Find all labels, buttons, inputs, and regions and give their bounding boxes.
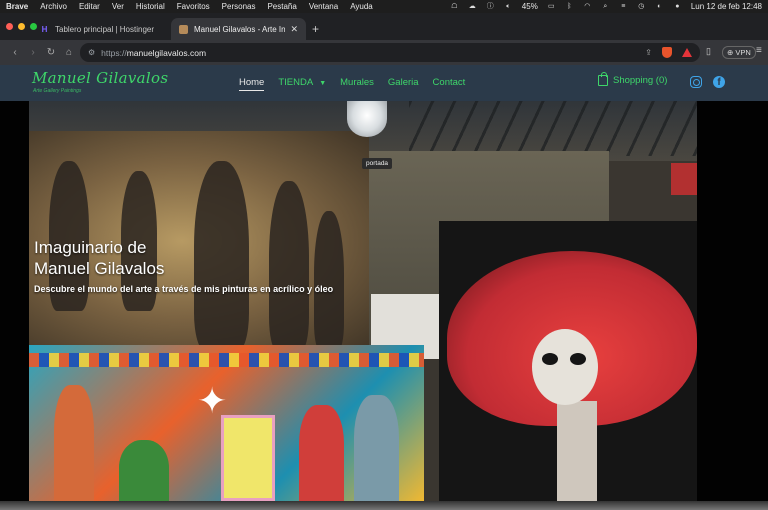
menubar-item-ver[interactable]: Ver (112, 2, 124, 11)
shopping-bag-icon (598, 72, 608, 86)
mural-painting: ✦ (29, 345, 424, 501)
vpn-button[interactable]: ⊕ VPN (722, 46, 756, 59)
close-tab-icon[interactable]: ✕ (290, 24, 298, 35)
ceiling-lamp (347, 101, 387, 137)
tab-title: Manuel Gilavalos - Arte Inspir (194, 24, 286, 34)
main-nav: Home TIENDA ▼ Murales Galeria Contact (239, 77, 465, 91)
menubar-item-ventana[interactable]: Ventana (309, 2, 338, 11)
minimize-window-button[interactable] (18, 23, 25, 30)
site-header: Manuel Gilavalos Arte Gallery Paintings … (0, 65, 768, 101)
nav-contact[interactable]: Contact (433, 77, 466, 91)
new-tab-icon[interactable]: + (312, 22, 319, 36)
nav-murales[interactable]: Murales (340, 77, 374, 91)
menubar-item-historial[interactable]: Historial (136, 2, 165, 11)
cart-label: Shopping (0) (613, 75, 668, 86)
sidebar-toggle-icon[interactable]: ▯ (706, 46, 711, 57)
reload-icon[interactable]: ↻ (42, 47, 60, 58)
site-settings-icon[interactable]: ⚙ (88, 48, 95, 57)
status-app-icon[interactable]: ☖ (450, 3, 459, 11)
chevron-down-icon: ▼ (319, 80, 327, 87)
brave-rewards-icon[interactable] (682, 48, 692, 57)
browser-menu-icon[interactable]: ≡ (756, 45, 762, 56)
browser-toolbar: ‹ › ↻ ⌂ ⊓ ⚙ https:// manuelgilavalos.com… (0, 40, 768, 65)
back-icon[interactable]: ‹ (6, 47, 24, 58)
facebook-icon[interactable]: f (713, 76, 725, 88)
close-window-button[interactable] (6, 23, 13, 30)
hero-title-line2: Manuel Gilavalos (34, 259, 165, 278)
shopping-cart-button[interactable]: Shopping (0) (598, 72, 668, 86)
toggle-icon[interactable]: ◐ (655, 3, 664, 11)
nav-home[interactable]: Home (239, 77, 265, 91)
tab-hostinger[interactable]: H Tablero principal | Hostinger (32, 18, 162, 40)
menubar-app-name[interactable]: Brave (6, 2, 28, 11)
site-favicon (179, 24, 188, 34)
brave-shields-icon[interactable] (662, 47, 672, 58)
menubar-item-archivo[interactable]: Archivo (40, 2, 67, 11)
siri-icon[interactable]: ● (673, 3, 682, 11)
instagram-icon[interactable] (690, 76, 702, 88)
vpn-label: VPN (735, 48, 751, 57)
site-tagline: Arte Gallery Paintings (33, 88, 82, 94)
volume-icon[interactable]: 🔈︎ (504, 3, 513, 11)
battery-percent: 45% (521, 2, 538, 11)
forward-icon[interactable]: › (24, 47, 42, 58)
menubar-item-pestana[interactable]: Pestaña (267, 2, 296, 11)
hero-title-line1: Imaguinario de (34, 238, 147, 257)
share-icon[interactable]: ⇪ (645, 48, 652, 57)
menubar-clock[interactable]: Lun 12 de feb 12:48 (691, 2, 762, 11)
site-logo[interactable]: Manuel Gilavalos (32, 69, 168, 87)
status-cloud-icon[interactable]: ☁ (468, 3, 477, 11)
wifi-icon[interactable]: ◠ (583, 3, 592, 11)
control-center-icon[interactable]: ≡ (619, 3, 628, 11)
spotlight-search-icon[interactable]: ⌕ (601, 3, 610, 11)
macos-menubar: Brave Archivo Editar Ver Historial Favor… (0, 0, 768, 13)
menubar-item-personas[interactable]: Personas (222, 2, 256, 11)
url-scheme: https:// (101, 47, 127, 58)
tab-manuel-gilavalos[interactable]: Manuel Gilavalos - Arte Inspir ✕ (171, 18, 306, 40)
hero-title: Imaguinario de Manuel Gilavalos (34, 237, 164, 279)
address-bar[interactable]: ⚙ https:// manuelgilavalos.com ⇪ (80, 43, 700, 62)
menubar-item-ayuda[interactable]: Ayuda (350, 2, 373, 11)
hero-subtitle: Descubre el mundo del arte a través de m… (34, 284, 334, 294)
bluetooth-icon[interactable]: ᛒ (565, 3, 574, 11)
home-icon[interactable]: ⌂ (60, 47, 78, 58)
browser-tab-bar: H Tablero principal | Hostinger Manuel G… (0, 13, 768, 40)
status-info-icon[interactable]: ⓘ (486, 3, 495, 11)
menubar-item-favoritos[interactable]: Favoritos (177, 2, 210, 11)
url-host: manuelgilavalos.com (126, 47, 207, 58)
nav-tienda[interactable]: TIENDA ▼ (278, 77, 326, 91)
nav-galeria[interactable]: Galeria (388, 77, 419, 91)
nav-tienda-label: TIENDA (278, 77, 314, 88)
image-tooltip: portada (362, 158, 393, 169)
tab-title: Tablero principal | Hostinger (55, 24, 154, 34)
hostinger-icon: H (41, 24, 48, 34)
time-machine-icon[interactable]: ◷ (637, 3, 646, 11)
battery-icon[interactable]: ▭ (547, 3, 556, 11)
menubar-item-editar[interactable]: Editar (79, 2, 100, 11)
